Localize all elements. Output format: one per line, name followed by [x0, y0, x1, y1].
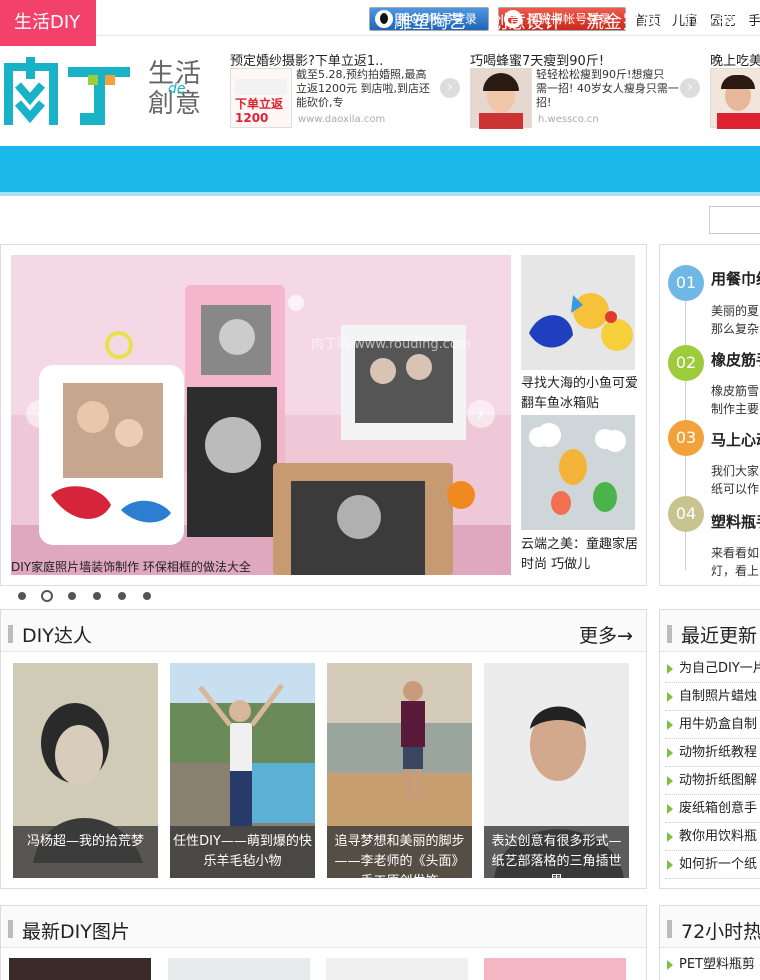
nav-item-retro[interactable]: 流金岁月	[586, 0, 658, 46]
chevron-left-icon[interactable]: ‹	[26, 400, 54, 428]
recent-updates-title: 最近更新	[681, 625, 758, 647]
slider-dot[interactable]	[68, 592, 76, 600]
step-desc-line: 制作主要	[711, 402, 760, 416]
step-title[interactable]: 塑料瓶手	[711, 511, 760, 532]
section-marker	[667, 920, 672, 938]
latest-pic-thumb[interactable]	[9, 958, 151, 980]
ad-3-title[interactable]: 晚上吃美	[710, 50, 760, 69]
step-number-badge: 01	[668, 265, 704, 301]
slider-side-caption-1[interactable]: 寻找大海的小鱼可爱翻车鱼冰箱贴	[521, 374, 641, 414]
recent-item[interactable]: 如何折一个纸	[665, 851, 760, 879]
diy-people-title: DIY达人	[22, 625, 92, 647]
nav-item-news[interactable]: DIY资讯	[686, 0, 752, 46]
ad-1-desc-line: 截至5.28,预约拍婚照,最高	[296, 68, 427, 81]
qq-icon	[375, 10, 393, 28]
fish-magnet-photo	[521, 255, 635, 370]
section-marker	[8, 920, 13, 938]
diy-person-card[interactable]: 表达创意有很多形式—纸艺部落格的三角插世界	[484, 663, 629, 878]
latest-pics-title: 最新DIY图片	[22, 921, 130, 943]
step-number-badge: 03	[668, 420, 704, 456]
recent-item[interactable]: 废纸箱创意手	[665, 795, 760, 823]
slider-side-caption-2[interactable]: 云端之美：童趣家居时尚 巧做儿	[521, 535, 641, 575]
step-title[interactable]: 用餐巾纸	[711, 268, 760, 289]
ad-3[interactable]: 晚上吃美	[710, 50, 760, 130]
step-desc-line: 美丽的夏	[711, 304, 760, 318]
slider-watermark: 肉丁网 www.rouding.com	[311, 337, 471, 352]
section-marker	[8, 625, 13, 643]
chevron-right-icon[interactable]: ›	[440, 78, 460, 98]
hot-item[interactable]: PET塑料瓶剪	[665, 951, 760, 979]
ad-2-desc-line: 招!	[536, 96, 552, 109]
ad-2-thumbnail[interactable]	[470, 68, 532, 129]
nav-item-life-diy[interactable]: 生活DIY	[0, 0, 96, 46]
nav-item-design[interactable]: 创意设计	[490, 0, 562, 46]
diy-person-caption[interactable]: 表达创意有很多形式—纸艺部落格的三角插世界	[484, 826, 629, 878]
ad-2-title[interactable]: 巧喝蜂蜜7天瘦到90斤!	[470, 50, 700, 69]
step-number-badge: 02	[668, 345, 704, 381]
step-desc-line: 我们大家	[711, 464, 760, 478]
slider-dot[interactable]	[93, 592, 101, 600]
nav-divider	[0, 192, 760, 196]
ad-1-url: www.daoxila.com	[298, 114, 386, 125]
main-nav	[0, 146, 760, 192]
step-desc-line: 橡皮筋雪	[711, 384, 760, 398]
ad-3-thumbnail[interactable]	[710, 68, 760, 129]
diy-person-card[interactable]: 追寻梦想和美丽的脚步——李老师的《头面》手工原创发饰	[327, 663, 472, 878]
section-marker	[667, 625, 672, 643]
featured-image[interactable]: 肉丁网 www.rouding.com	[11, 255, 511, 575]
step-title[interactable]: 橡皮筋手	[711, 349, 760, 370]
step-title[interactable]: 马上心动	[711, 429, 760, 450]
diy-person-card[interactable]: 冯杨超—我的拾荒梦	[13, 663, 158, 878]
nav-item-folk[interactable]: 民间工艺	[298, 0, 370, 46]
recent-item[interactable]: 动物折纸图解	[665, 767, 760, 795]
featured-photo	[11, 255, 511, 575]
latest-pic-thumb[interactable]	[326, 958, 468, 980]
recent-item[interactable]: 自制照片蜡烛	[665, 683, 760, 711]
ad-2[interactable]: 巧喝蜂蜜7天瘦到90斤! 轻轻松松瘦到90斤!想瘦只 需一招! 40岁女人瘦身只…	[470, 50, 700, 130]
latest-pic-thumb[interactable]	[484, 958, 626, 980]
slider-caption[interactable]: DIY家庭照片墙装饰制作 环保相框的做法大全	[11, 558, 251, 575]
ad-2-desc-line: 需一招! 40岁女人瘦身只需一	[536, 82, 679, 95]
recent-item[interactable]: 教你用饮料瓶	[665, 823, 760, 851]
recent-item[interactable]: 为自己DIY一片	[665, 655, 760, 683]
ad-1-thumbnail[interactable]: 下单立返1200	[230, 68, 292, 128]
search-input[interactable]	[709, 206, 760, 234]
recent-item[interactable]: 动物折纸教程	[665, 739, 760, 767]
hot-72h-title: 72小时热	[681, 921, 760, 943]
diy-person-caption[interactable]: 追寻梦想和美丽的脚步——李老师的《头面》手工原创发饰	[327, 826, 472, 878]
nav-item-traditional[interactable]: 传统手工	[202, 0, 274, 46]
ad-2-url: h.wessco.cn	[538, 114, 599, 125]
ad-1[interactable]: 预定婚纱摄影?下单立返1.. 下单立返1200 截至5.28,预约拍婚照,最高 …	[230, 50, 460, 130]
logo-de: de	[168, 81, 186, 97]
chevron-right-icon[interactable]: ›	[680, 78, 700, 98]
slider-side-image-1[interactable]	[521, 255, 635, 370]
more-link[interactable]: 更多→	[579, 621, 633, 648]
ad-1-title[interactable]: 预定婚纱摄影?下单立返1..	[230, 50, 460, 69]
step-number-badge: 04	[668, 496, 704, 532]
ad-1-desc-line: 能砍价,专	[296, 96, 344, 109]
section-header	[1, 610, 646, 652]
step-desc-line: 来看看如	[711, 546, 760, 560]
step-desc-line: 灯，看上	[711, 564, 760, 578]
ad-2-desc-line: 轻轻松松瘦到90斤!想瘦只	[536, 68, 665, 81]
slider-dot-active[interactable]	[41, 590, 53, 602]
nav-item-upcycle[interactable]: 旧物改造	[106, 0, 178, 46]
chevron-right-icon[interactable]: ›	[467, 400, 495, 428]
balloon-craft-photo	[521, 415, 635, 530]
diy-person-caption[interactable]: 冯杨超—我的拾荒梦	[13, 826, 158, 878]
slider-dot[interactable]	[143, 592, 151, 600]
ad-1-thumb-text: 下单立返1200	[235, 97, 284, 125]
step-desc-line: 那么复杂	[711, 322, 760, 336]
site-logo[interactable]: 生活創意 de	[2, 55, 212, 130]
nav-item-ceramics[interactable]: 雕塑陶艺	[394, 0, 466, 46]
ad-1-desc-line: 立返1200元 到店啦,到店还	[296, 82, 430, 95]
slider-dot[interactable]	[18, 592, 26, 600]
slider-side-image-2[interactable]	[521, 415, 635, 530]
slider-dot[interactable]	[118, 592, 126, 600]
latest-pic-thumb[interactable]	[168, 958, 310, 980]
recent-item[interactable]: 用牛奶盒自制	[665, 711, 760, 739]
step-desc-line: 纸可以作	[711, 482, 760, 496]
diy-person-card[interactable]: 任性DIY——萌到爆的快乐羊毛毡小物	[170, 663, 315, 878]
diy-person-caption[interactable]: 任性DIY——萌到爆的快乐羊毛毡小物	[170, 826, 315, 878]
